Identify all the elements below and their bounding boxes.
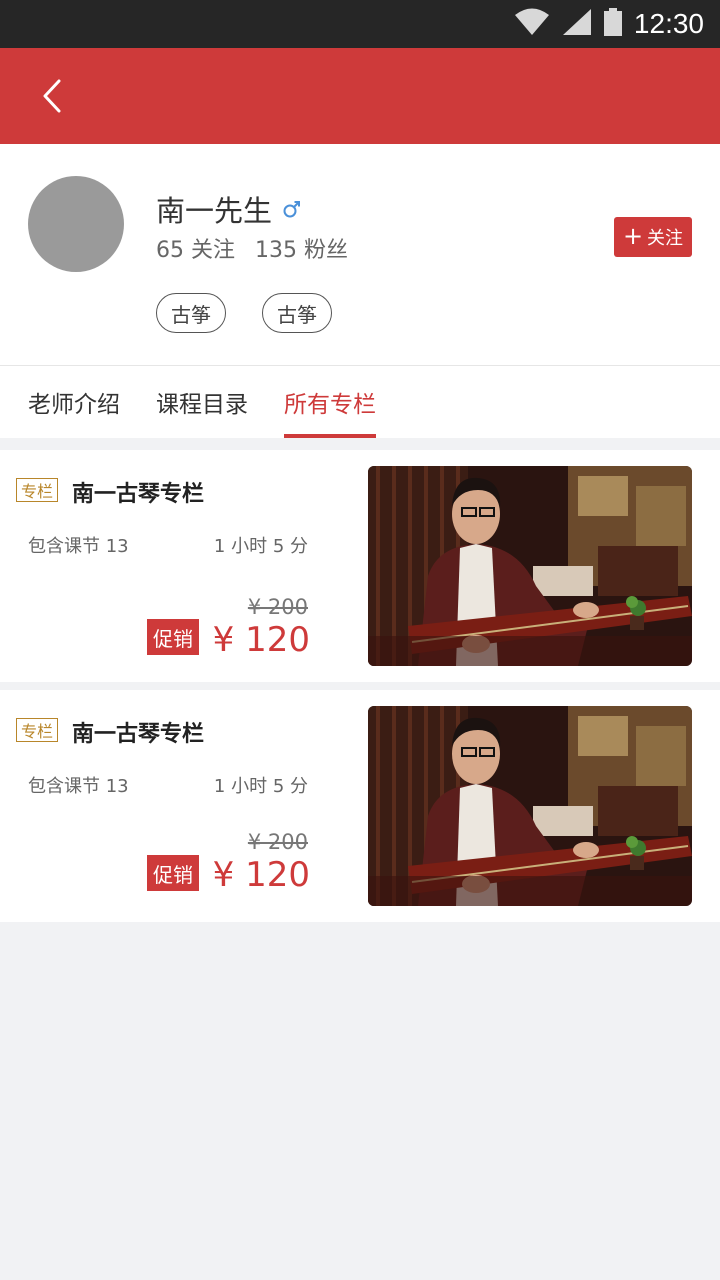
- follow-button[interactable]: + 关注: [614, 217, 692, 257]
- male-icon: [282, 199, 302, 219]
- teacher-name-row: 南一先生: [156, 188, 302, 230]
- guqin-player-photo: [368, 466, 692, 666]
- wifi-icon: [514, 8, 550, 40]
- app-bar: [0, 48, 720, 144]
- followers-count[interactable]: 135 粉丝: [255, 232, 348, 264]
- lesson-count-value: 13: [105, 536, 129, 557]
- avatar[interactable]: [28, 176, 124, 272]
- column-badge: 专栏: [16, 478, 59, 502]
- column-duration: 1 小时 5 分: [213, 776, 308, 797]
- tab-teacher-intro[interactable]: 老师介绍: [28, 366, 120, 438]
- back-arrow-icon: [43, 79, 61, 113]
- guqin-player-photo: [368, 706, 692, 906]
- teacher-name: 南一先生: [156, 194, 273, 228]
- column-card[interactable]: 专栏 南一古琴专栏 包含课节 13 1 小时 5 分 ¥ 200 促销 ¥ 12…: [0, 450, 720, 682]
- lesson-count: 包含课节 13: [28, 532, 129, 558]
- column-card[interactable]: 专栏 南一古琴专栏 包含课节 13 1 小时 5 分 ¥ 200 促销 ¥ 12…: [0, 690, 720, 922]
- column-badge: 专栏: [16, 718, 59, 742]
- column-thumbnail[interactable]: [368, 466, 692, 666]
- tab-bar: 老师介绍 课程目录 所有专栏: [0, 366, 720, 438]
- lesson-count: 包含课节 13: [28, 772, 129, 798]
- clock: 12:30: [633, 8, 704, 39]
- promo-badge: 促销: [147, 619, 199, 655]
- promo-badge: 促销: [147, 855, 199, 891]
- status-bar: 12:30: [0, 0, 720, 48]
- plus-icon: +: [622, 222, 644, 250]
- tab-course-catalog[interactable]: 课程目录: [156, 366, 248, 438]
- following-count[interactable]: 65 关注: [156, 232, 235, 264]
- signal-icon: [562, 8, 592, 40]
- tag-chip[interactable]: 古筝: [262, 293, 332, 333]
- column-duration: 1 小时 5 分: [213, 536, 308, 557]
- original-price: ¥ 200: [247, 830, 308, 854]
- teacher-profile: 南一先生 65 关注 135 粉丝 + 关注 古筝 古筝: [0, 144, 720, 366]
- back-button[interactable]: [28, 72, 76, 120]
- tab-all-columns[interactable]: 所有专栏: [284, 366, 376, 438]
- sale-price: ¥ 120: [212, 620, 310, 660]
- lesson-count-label: 包含课节: [28, 776, 100, 797]
- follow-button-label: 关注: [647, 228, 684, 249]
- battery-icon: [603, 8, 622, 40]
- status-icons: 12:30: [514, 0, 704, 48]
- column-thumbnail[interactable]: [368, 706, 692, 906]
- original-price: ¥ 200: [247, 595, 308, 619]
- sale-price: ¥ 120: [212, 855, 310, 895]
- lesson-count-value: 13: [105, 776, 129, 797]
- tag-chip[interactable]: 古筝: [156, 293, 226, 333]
- column-title: 南一古琴专栏: [72, 482, 205, 507]
- follow-stats: 65 关注 135 粉丝: [156, 232, 348, 264]
- column-title: 南一古琴专栏: [72, 722, 205, 747]
- lesson-count-label: 包含课节: [28, 536, 100, 557]
